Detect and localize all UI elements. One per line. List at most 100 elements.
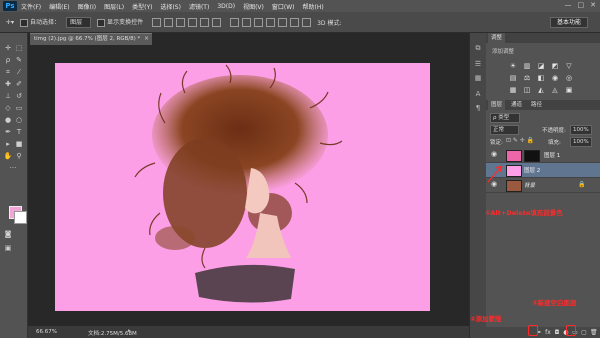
properties-panel-icon[interactable]: ☰: [473, 59, 483, 69]
minimize-icon[interactable]: —: [565, 1, 572, 9]
brightness-icon[interactable]: ☀: [509, 62, 517, 70]
align-bottom-icon[interactable]: [176, 17, 186, 27]
hue-icon[interactable]: ▤: [509, 74, 517, 82]
levels-icon[interactable]: ▥: [523, 62, 531, 70]
quick-mask-icon[interactable]: ◙: [3, 229, 13, 239]
screen-mode-icon[interactable]: ▣: [3, 243, 13, 253]
distribute-center-icon[interactable]: [278, 17, 288, 27]
clone-stamp-tool-icon[interactable]: ⊥: [3, 91, 13, 101]
auto-align-icon[interactable]: [302, 17, 312, 27]
background-color-swatch[interactable]: [14, 211, 27, 224]
new-layer-icon[interactable]: ▢: [581, 329, 587, 336]
vibrance-icon[interactable]: ▽: [565, 62, 573, 70]
menu-3d[interactable]: 3D(D): [217, 3, 235, 10]
invert-icon[interactable]: ◫: [523, 86, 531, 94]
lasso-tool-icon[interactable]: ρ: [3, 55, 13, 65]
menu-select[interactable]: 选择(S): [160, 2, 181, 11]
align-top-icon[interactable]: [152, 17, 162, 27]
move-tool-icon[interactable]: ✛: [3, 43, 13, 53]
show-transform-checkbox[interactable]: 显示变换控件: [97, 17, 143, 27]
hand-tool-icon[interactable]: ✋: [3, 151, 13, 161]
history-panel-icon[interactable]: ⧉: [473, 43, 483, 53]
crop-tool-icon[interactable]: ⌗: [3, 67, 13, 77]
annotation-new-layer-highlight: [566, 325, 576, 336]
layer-style-icon[interactable]: fx: [545, 329, 551, 336]
layer-mask-thumbnail[interactable]: [524, 150, 540, 162]
tab-channels[interactable]: 通道: [508, 100, 525, 110]
curves-icon[interactable]: ◪: [537, 62, 545, 70]
status-arrow-icon[interactable]: ▸: [128, 328, 131, 334]
menu-edit[interactable]: 编辑(E): [49, 2, 69, 11]
blend-mode-dropdown[interactable]: 正常: [490, 125, 520, 135]
distribute-left-icon[interactable]: [266, 17, 276, 27]
zoom-tool-icon[interactable]: ⚲: [14, 151, 24, 161]
workspace-dropdown[interactable]: 基本功能: [549, 17, 588, 28]
channel-mixer-icon[interactable]: ◎: [565, 74, 573, 82]
path-select-tool-icon[interactable]: ▸: [3, 139, 13, 149]
eraser-tool-icon[interactable]: ◇: [3, 103, 13, 113]
menu-file[interactable]: 文件(F): [21, 2, 41, 11]
fill-input[interactable]: 100%: [570, 137, 592, 147]
fill-label: 填充:: [548, 140, 561, 146]
healing-brush-tool-icon[interactable]: ✚: [3, 79, 13, 89]
photo-filter-icon[interactable]: ◉: [551, 74, 559, 82]
add-mask-icon[interactable]: ◘: [554, 329, 560, 336]
align-right-icon[interactable]: [212, 17, 222, 27]
shape-tool-icon[interactable]: ■: [14, 139, 24, 149]
gradient-tool-icon[interactable]: ▭: [14, 103, 24, 113]
close-tab-icon[interactable]: ×: [144, 35, 149, 42]
menu-type[interactable]: 类型(Y): [132, 2, 152, 11]
layer-filter-dropdown[interactable]: ρ 类型: [490, 113, 521, 123]
tab-layers[interactable]: 图层: [488, 100, 506, 110]
brush-tool-icon[interactable]: ✐: [14, 79, 24, 89]
visibility-eye-icon[interactable]: ◉: [490, 150, 498, 158]
dodge-tool-icon[interactable]: ○: [14, 115, 24, 125]
tab-paths[interactable]: 路径: [528, 100, 545, 110]
bw-icon[interactable]: ◧: [537, 74, 545, 82]
menu-filter[interactable]: 滤镜(T): [189, 2, 209, 11]
eyedropper-tool-icon[interactable]: ⁄: [14, 67, 24, 77]
tab-adjustments[interactable]: 调整: [488, 33, 506, 43]
distribute-bottom-icon[interactable]: [254, 17, 264, 27]
menu-layer[interactable]: 图层(L): [104, 2, 124, 11]
opacity-input[interactable]: 100%: [570, 125, 592, 135]
threshold-icon[interactable]: ◬: [551, 86, 559, 94]
distribute-right-icon[interactable]: [290, 17, 300, 27]
document-tab[interactable]: timg (2).jpg @ 66.7% (图层 2, RGB/8) *: [30, 33, 152, 45]
more-tools-icon[interactable]: ···: [8, 163, 18, 173]
zoom-level[interactable]: 66.67%: [36, 329, 57, 335]
menu-view[interactable]: 视图(V): [243, 2, 264, 11]
blur-tool-icon[interactable]: ●: [3, 115, 13, 125]
exposure-icon[interactable]: ◩: [551, 62, 559, 70]
menu-help[interactable]: 帮助(H): [303, 2, 324, 11]
history-brush-tool-icon[interactable]: ↺: [14, 91, 24, 101]
move-tool-icon[interactable]: ✛▾: [6, 19, 14, 26]
adjustments-subtitle: 添加调整: [492, 49, 515, 55]
annotation-mask-note: ②添加蒙版: [470, 315, 502, 323]
distribute-middle-icon[interactable]: [242, 17, 252, 27]
selective-color-icon[interactable]: ▣: [565, 86, 573, 94]
swatches-panel-icon[interactable]: ▦: [473, 73, 483, 83]
maximize-icon[interactable]: □: [578, 1, 585, 9]
pen-tool-icon[interactable]: ✒: [3, 127, 13, 137]
distribute-top-icon[interactable]: [230, 17, 240, 27]
menu-image[interactable]: 图像(I): [78, 2, 96, 11]
align-middle-icon[interactable]: [164, 17, 174, 27]
delete-layer-icon[interactable]: 🗑: [590, 329, 598, 336]
paragraph-panel-icon[interactable]: ¶: [473, 103, 483, 113]
posterize-icon[interactable]: ◭: [537, 86, 545, 94]
menu-window[interactable]: 窗口(W): [272, 2, 295, 11]
character-panel-icon[interactable]: A: [473, 89, 483, 99]
align-left-icon[interactable]: [188, 17, 198, 27]
close-icon[interactable]: ✕: [590, 1, 596, 9]
auto-select-dropdown[interactable]: 图层: [66, 16, 92, 28]
align-center-icon[interactable]: [200, 17, 210, 27]
lookup-icon[interactable]: ▦: [509, 86, 517, 94]
type-tool-icon[interactable]: T: [14, 127, 24, 137]
document-canvas[interactable]: [55, 63, 430, 311]
lock-icons[interactable]: ⊡ ✎ ✛ 🔒: [506, 137, 534, 144]
marquee-tool-icon[interactable]: ⬚: [14, 43, 24, 53]
auto-select-checkbox[interactable]: 自动选择：: [20, 17, 60, 27]
quick-select-tool-icon[interactable]: ✎: [14, 55, 24, 65]
color-balance-icon[interactable]: ⚖: [523, 74, 531, 82]
